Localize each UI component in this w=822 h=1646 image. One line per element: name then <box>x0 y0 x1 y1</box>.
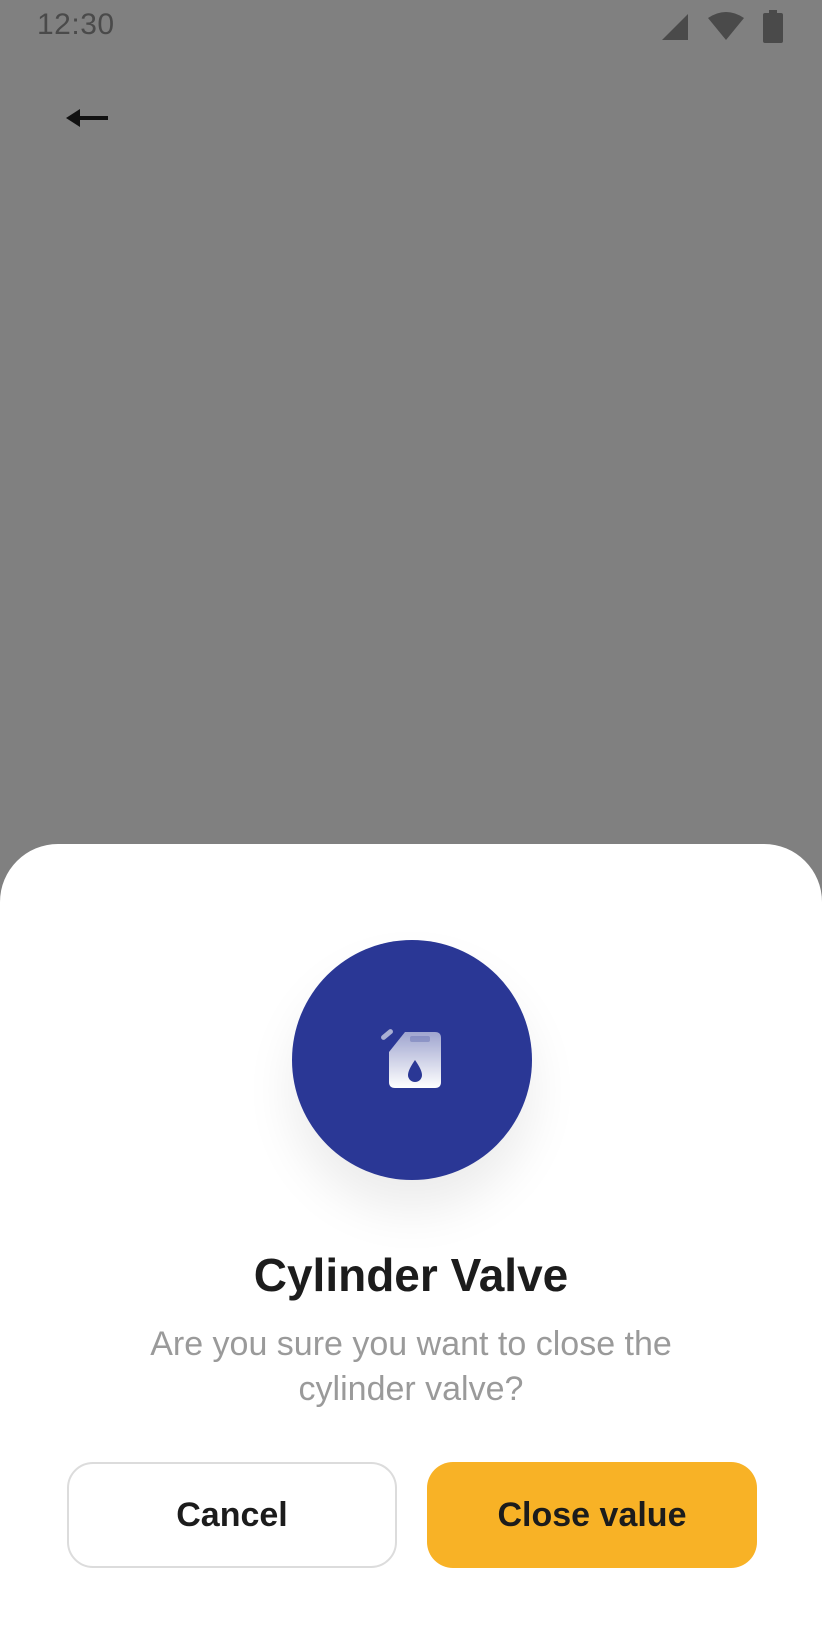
status-icons <box>660 10 784 44</box>
dialog-icon-badge <box>292 940 532 1180</box>
signal-icon <box>660 12 690 42</box>
status-time: 12:30 <box>37 8 115 41</box>
confirm-bottom-sheet: Cylinder Valve Are you sure you want to … <box>0 844 822 1646</box>
battery-icon <box>762 10 784 44</box>
wifi-icon <box>706 12 746 42</box>
dialog-title: Cylinder Valve <box>253 1249 569 1301</box>
dialog-message: Are you sure you want to close the cylin… <box>150 1325 672 1408</box>
cancel-button[interactable]: Cancel <box>67 1462 397 1568</box>
back-button[interactable] <box>56 96 120 144</box>
arrow-left-icon <box>66 106 110 135</box>
close-valve-button[interactable]: Close value <box>427 1462 757 1568</box>
status-bar: 12:30 <box>0 0 822 56</box>
fuel-can-icon <box>377 1026 447 1095</box>
